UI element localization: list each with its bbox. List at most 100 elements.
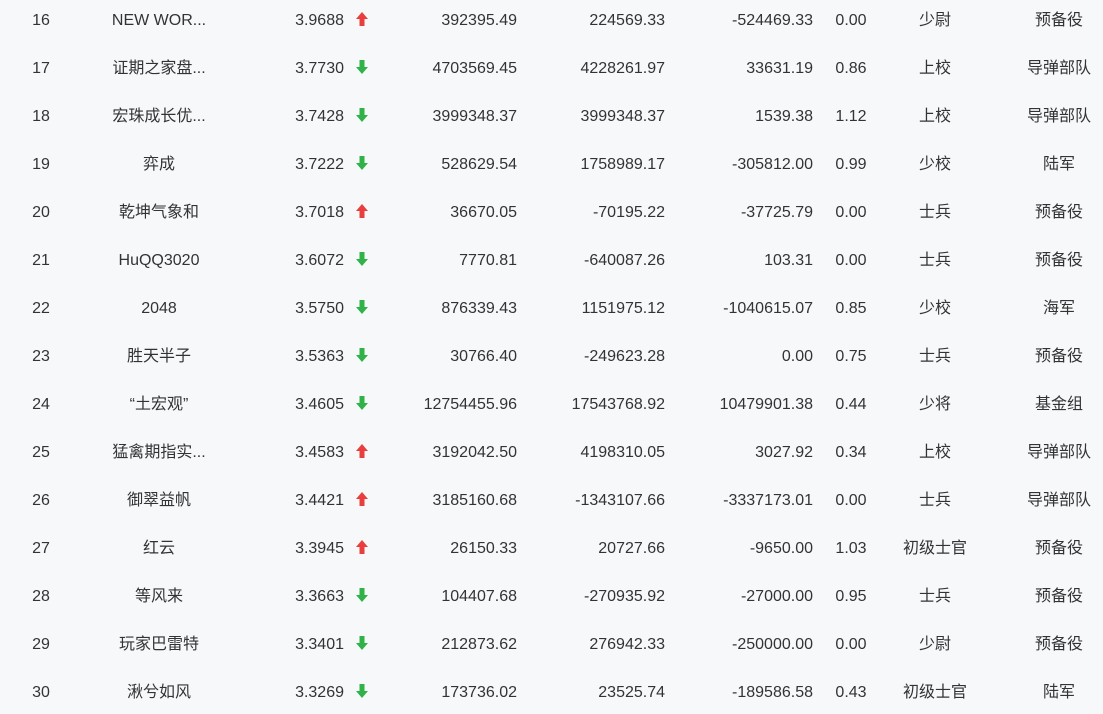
name-cell: 红云 [142, 540, 175, 557]
arrow-down-icon [356, 395, 368, 410]
value3-cell: -189586.58 [732, 684, 813, 701]
arrow-down-icon [356, 635, 368, 650]
value1-cell: 7770.81 [459, 252, 517, 269]
value1-cell: 392395.49 [441, 12, 517, 29]
unit-cell: 预备役 [1034, 588, 1083, 605]
value1-cell: 212873.62 [441, 636, 517, 653]
unit-cell: 预备役 [1034, 348, 1083, 365]
arrow-down-icon [356, 107, 368, 122]
unit-cell: 基金组 [1034, 396, 1083, 413]
rank-cell: 27 [32, 540, 50, 557]
title-cell: 少尉 [918, 12, 951, 29]
rank-cell: 24 [32, 396, 50, 413]
ratio-cell: 0.99 [835, 156, 867, 173]
trend-cell [352, 237, 372, 285]
name-cell: “土宏观” [129, 396, 189, 413]
score-cell: 3.6072 [295, 252, 344, 269]
value2-cell: 1758989.17 [580, 156, 665, 173]
unit-cell: 海军 [1042, 300, 1075, 317]
arrow-up-icon [356, 443, 368, 458]
value3-cell: 103.31 [764, 252, 813, 269]
value2-cell: -70195.22 [592, 204, 665, 221]
name-cell: 玩家巴雷特 [118, 636, 199, 653]
value2-cell: -270935.92 [584, 588, 665, 605]
unit-cell: 导弹部队 [1026, 492, 1091, 509]
value1-cell: 3185160.68 [432, 492, 517, 509]
table-row: 19 弈成 3.7222 528629.54 1758989.17 -305812.00 0… [0, 141, 1103, 189]
table-row: 22 2048 3.5750 876339.43 1151975.12 -1040615.… [0, 285, 1103, 333]
value3-cell: -250000.00 [732, 636, 813, 653]
rank-cell: 18 [32, 108, 50, 125]
title-cell: 士兵 [918, 588, 951, 605]
trend-cell [352, 669, 372, 714]
name-cell: 御翠益帆 [126, 492, 191, 509]
trend-cell [352, 333, 372, 381]
ratio-cell: 0.00 [835, 492, 867, 509]
value2-cell: 276942.33 [589, 636, 665, 653]
trend-cell [352, 45, 372, 93]
rank-cell: 20 [32, 204, 50, 221]
title-cell: 初级士官 [902, 684, 967, 701]
ratio-cell: 0.00 [835, 636, 867, 653]
ratio-cell: 0.00 [835, 204, 867, 221]
ratio-cell: 0.95 [835, 588, 867, 605]
arrow-down-icon [356, 299, 368, 314]
trend-cell [352, 621, 372, 669]
table-row: 28 等风来 3.3663 104407.68 -270935.92 -27000.00 0… [0, 573, 1103, 621]
unit-cell: 导弹部队 [1026, 108, 1091, 125]
title-cell: 少校 [918, 300, 951, 317]
value3-cell: -9650.00 [749, 540, 813, 557]
value1-cell: 3192042.50 [432, 444, 517, 461]
name-cell: HuQQ3020 [118, 252, 200, 269]
name-cell: 宏珠成长优... [112, 108, 206, 125]
ratio-cell: 1.12 [835, 108, 867, 125]
table-row: 21 HuQQ3020 3.6072 7770.81 -640087.26 103.31 0… [0, 237, 1103, 285]
unit-cell: 预备役 [1034, 204, 1083, 221]
trend-cell [352, 525, 372, 573]
arrow-down-icon [356, 683, 368, 698]
score-cell: 3.4583 [295, 444, 344, 461]
value3-cell: -305812.00 [732, 156, 813, 173]
score-cell: 3.7428 [295, 108, 344, 125]
arrow-up-icon [356, 203, 368, 218]
rank-cell: 29 [32, 636, 50, 653]
value2-cell: 17543768.92 [571, 396, 665, 413]
ratio-cell: 0.75 [835, 348, 867, 365]
score-cell: 3.9688 [295, 12, 344, 29]
trend-cell [352, 285, 372, 333]
table-row: 27 红云 3.3945 26150.33 20727.66 -9650.00 1.03 初级… [0, 525, 1103, 573]
arrow-up-icon [356, 539, 368, 554]
score-cell: 3.7730 [295, 60, 344, 77]
table-row: 18 宏珠成长优... 3.7428 3999348.37 3999348.37 1539… [0, 93, 1103, 141]
name-cell: 湫兮如风 [126, 684, 191, 701]
rank-cell: 19 [32, 156, 50, 173]
title-cell: 士兵 [918, 348, 951, 365]
ratio-cell: 0.86 [835, 60, 867, 77]
rank-cell: 21 [32, 252, 50, 269]
score-cell: 3.3401 [295, 636, 344, 653]
value1-cell: 3999348.37 [432, 108, 517, 125]
title-cell: 士兵 [918, 204, 951, 221]
value3-cell: 33631.19 [746, 60, 813, 77]
value2-cell: 3999348.37 [580, 108, 665, 125]
title-cell: 少校 [918, 156, 951, 173]
value2-cell: 224569.33 [589, 12, 665, 29]
title-cell: 上校 [918, 108, 951, 125]
unit-cell: 导弹部队 [1026, 444, 1091, 461]
name-cell: 胜天半子 [126, 348, 191, 365]
arrow-down-icon [356, 587, 368, 602]
trend-cell [352, 477, 372, 525]
trend-cell [352, 93, 372, 141]
value3-cell: -524469.33 [732, 12, 813, 29]
table-row: 25 猛禽期指实... 3.4583 3192042.50 4198310.05 3027… [0, 429, 1103, 477]
value2-cell: 4228261.97 [580, 60, 665, 77]
title-cell: 上校 [918, 60, 951, 77]
score-cell: 3.5363 [295, 348, 344, 365]
value3-cell: 3027.92 [755, 444, 813, 461]
name-cell: 等风来 [134, 588, 183, 605]
rank-cell: 17 [32, 60, 50, 77]
value3-cell: 0.00 [781, 348, 813, 365]
trend-cell [352, 189, 372, 237]
value3-cell: 10479901.38 [719, 396, 813, 413]
arrow-down-icon [356, 347, 368, 362]
